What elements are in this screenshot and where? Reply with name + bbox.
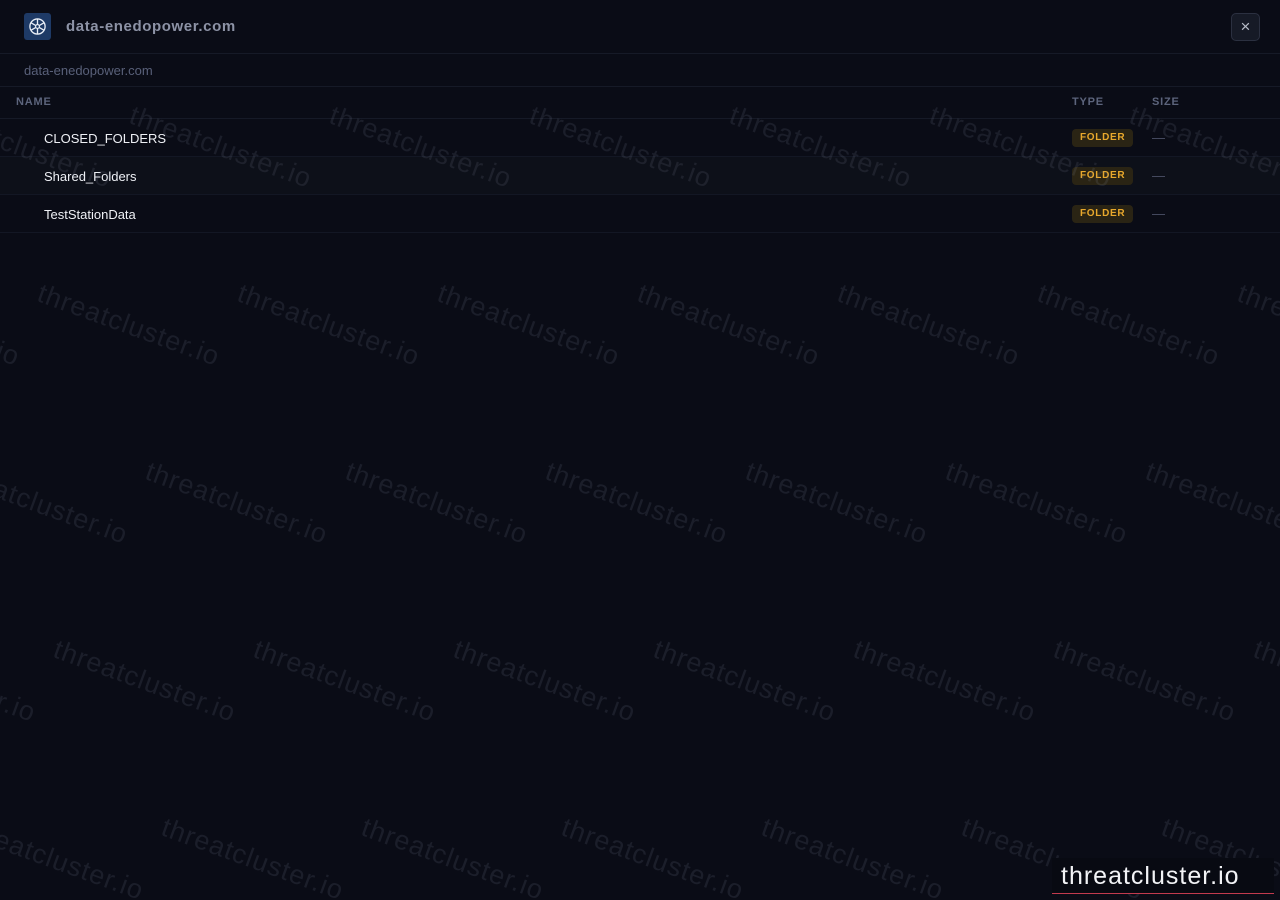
watermark-text: threatcluster.io <box>1033 278 1225 372</box>
watermark-text: threatcluster.io <box>757 812 949 900</box>
watermark-text: threatcluster.io <box>0 278 25 372</box>
column-header-type[interactable]: TYPE <box>1072 96 1104 108</box>
watermark-text: threatcluster.io <box>1049 634 1241 728</box>
watermark-text: threatcluster.io <box>0 812 149 900</box>
row-name: Shared_Folders <box>44 169 137 184</box>
row-name: CLOSED_FOLDERS <box>44 131 167 146</box>
table-header: NAME TYPE SIZE <box>0 87 1280 119</box>
watermark-text: threatcluster.io <box>157 812 349 900</box>
type-badge: FOLDER <box>1072 129 1134 147</box>
watermark-text: threatcluster.io <box>357 812 549 900</box>
watermark-text: threatcluster.io <box>33 278 225 372</box>
watermark-text: threatcluster.io <box>557 812 749 900</box>
table-row[interactable]: Shared_Folders FOLDER — <box>0 157 1280 195</box>
snowflake-logo-icon <box>24 13 51 40</box>
type-badge: FOLDER <box>1072 205 1134 223</box>
watermark-text: threatcluster.io <box>433 278 625 372</box>
file-browser-window: data-enedopower.com × data-enedopower.co… <box>0 0 1280 900</box>
watermark-text: threatcluster.io <box>1141 456 1280 550</box>
watermark-text: threatcluster.io <box>849 634 1041 728</box>
watermark-text: threatcluster.io <box>649 634 841 728</box>
row-size: — <box>1152 168 1165 183</box>
watermark-text: threatcluster.io <box>49 634 241 728</box>
window-header: data-enedopower.com × <box>0 0 1280 54</box>
watermark-text: threatcluster.io <box>1249 634 1280 728</box>
watermark-text: threatcluster.io <box>633 278 825 372</box>
watermark-text: threatcluster.io <box>233 278 425 372</box>
watermark-text: threatcluster.io <box>449 634 641 728</box>
column-header-size[interactable]: SIZE <box>1152 96 1180 108</box>
row-size: — <box>1152 130 1165 145</box>
table-row[interactable]: TestStationData FOLDER — <box>0 195 1280 233</box>
watermark-text: threatcluster.io <box>249 634 441 728</box>
breadcrumb: data-enedopower.com <box>0 54 1280 87</box>
watermark-text: threatcluster.io <box>1233 278 1280 372</box>
watermark-text: threatcluster.io <box>0 456 133 550</box>
close-button[interactable]: × <box>1231 13 1260 41</box>
watermark-text: threatcluster.io <box>741 456 933 550</box>
column-header-name[interactable]: NAME <box>16 96 52 108</box>
breadcrumb-item-root[interactable]: data-enedopower.com <box>24 63 153 78</box>
watermark-text: threatcluster.io <box>541 456 733 550</box>
row-size: — <box>1152 206 1165 221</box>
watermark-text: threatcluster.io <box>341 456 533 550</box>
watermark-text: threatcluster.io <box>833 278 1025 372</box>
type-badge: FOLDER <box>1072 167 1134 185</box>
file-list: CLOSED_FOLDERS FOLDER — Shared_Folders F… <box>0 119 1280 233</box>
window-title: data-enedopower.com <box>66 18 236 35</box>
watermark-brand-label: threatcluster.io <box>1052 858 1274 894</box>
watermark-text: threatcluster.io <box>0 634 41 728</box>
watermark-text: threatcluster.io <box>941 456 1133 550</box>
table-row[interactable]: CLOSED_FOLDERS FOLDER — <box>0 119 1280 157</box>
watermark-text: threatcluster.io <box>141 456 333 550</box>
row-name: TestStationData <box>44 207 136 222</box>
